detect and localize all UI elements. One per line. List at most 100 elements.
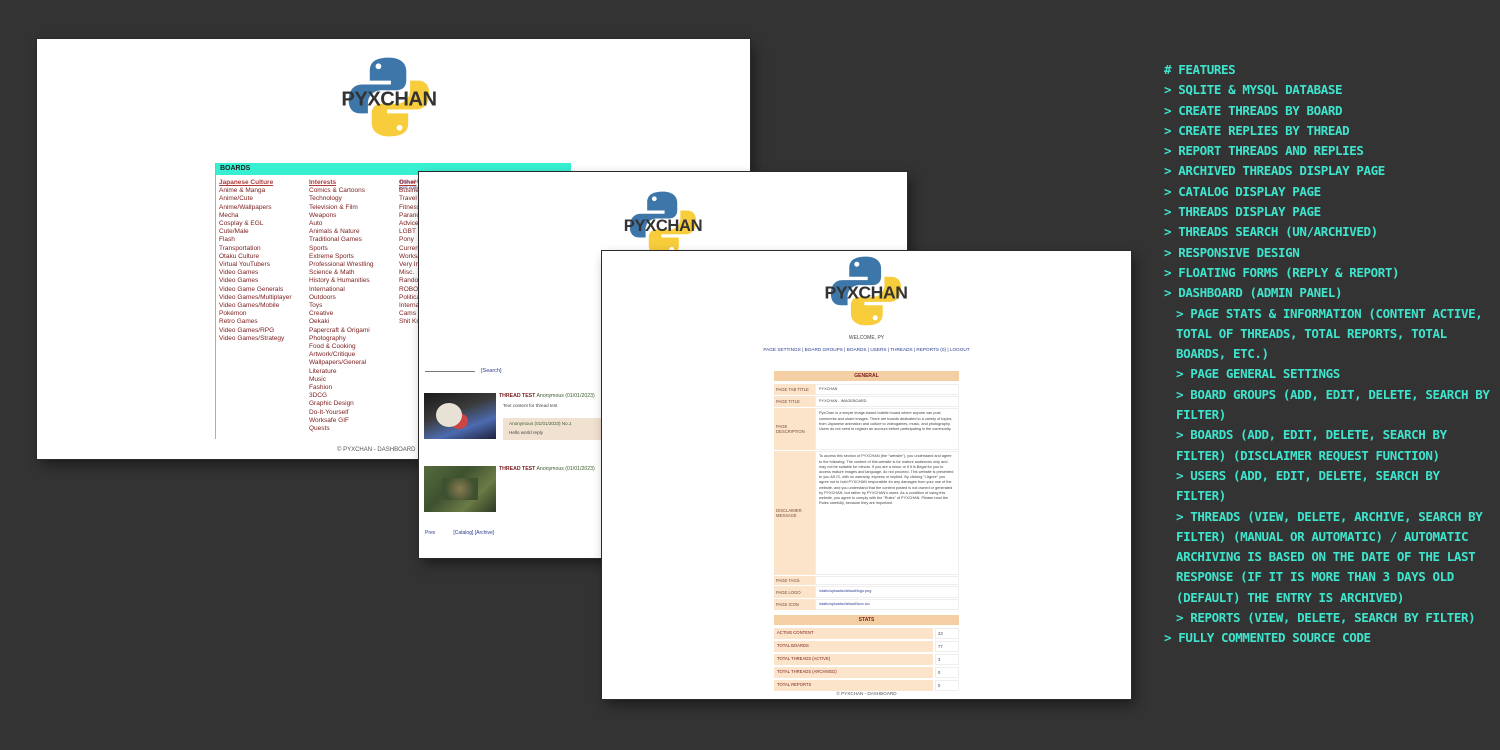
settings-label: DISCLAIMER MESSAGE [774, 451, 815, 576]
footer: © PYXCHAN - DASHBOARD [836, 691, 897, 696]
stats-value: 23 [935, 628, 959, 639]
board-link[interactable]: Video Games/Mobile [219, 302, 309, 310]
search-input[interactable] [425, 371, 475, 372]
stats-panel: STATS ACTIVE CONTENT 23 TOTAL BOARDS 77 TOTA… [774, 615, 959, 693]
pagination[interactable]: Prev [Catalog] [Archive] [425, 530, 494, 536]
feature-item: > CREATE REPLIES BY THREAD [1164, 122, 1350, 138]
pyxchan-logo[interactable]: PYXCHAN [341, 55, 437, 139]
feature-item: > FLOATING FORMS (REPLY & REPORT) [1164, 264, 1400, 280]
board-link[interactable]: Cute/Male [219, 228, 309, 236]
settings-value[interactable]: To access this section of PYXCHAN (the "… [815, 451, 959, 576]
board-link[interactable]: 3DCG [309, 392, 399, 400]
board-link[interactable]: Traditional Games [309, 236, 399, 244]
board-link[interactable]: Do-It-Yourself [309, 409, 399, 417]
board-link[interactable]: Anime/Cute [219, 195, 309, 203]
board-link[interactable]: Video Games/RPG [219, 327, 309, 335]
board-link[interactable]: Toys [309, 302, 399, 310]
board-link[interactable]: Video Games/Strategy [219, 335, 309, 343]
stats-header: STATS [774, 615, 959, 625]
settings-value[interactable] [815, 576, 959, 586]
board-link[interactable]: Extreme Sports [309, 253, 399, 261]
board-link[interactable]: Anime & Manga [219, 187, 309, 195]
stats-label: ACTIVE CONTENT [774, 628, 933, 639]
reply-body: Hello world reply [509, 430, 543, 435]
board-link[interactable]: Comics & Cartoons [309, 187, 399, 195]
search-bar[interactable]: [Search] [425, 368, 501, 374]
stats-row: TOTAL THREADS (ARCHIVED) 0 [774, 667, 959, 678]
feature-item: > THREADS DISPLAY PAGE [1164, 204, 1321, 220]
board-link[interactable]: Science & Math [309, 269, 399, 277]
prev-link[interactable]: Prev [425, 530, 435, 536]
settings-value[interactable]: PYXCHAN [815, 384, 959, 396]
board-link[interactable]: Sports [309, 245, 399, 253]
board-link[interactable]: Television & Film [309, 204, 399, 212]
dashboard-nav[interactable]: PAGE SETTINGS | BOARD GROUPS | BOARDS | … [602, 347, 1131, 352]
board-link[interactable]: Retro Games [219, 318, 309, 326]
thread-title[interactable]: THREAD TEST Anonymous (01/01/2023) [499, 393, 595, 399]
board-link[interactable]: Anime/Wallpapers [219, 204, 309, 212]
general-header: GENERAL [774, 371, 959, 381]
stats-label: TOTAL REPORTS [774, 680, 933, 691]
board-link[interactable]: Pokémon [219, 310, 309, 318]
settings-value[interactable]: /static/uploads/default/logo.png [815, 586, 959, 598]
python-logo-icon: PYXCHAN [341, 57, 437, 137]
board-link[interactable]: Worksafe GIF [309, 417, 399, 425]
board-link[interactable]: Video Games [219, 269, 309, 277]
board-link[interactable]: Weapons [309, 212, 399, 220]
board-link[interactable]: Graphic Design [309, 400, 399, 408]
feature-item: > REPORT THREADS AND REPLIES [1164, 143, 1364, 159]
board-link[interactable]: Artwork/Critique [309, 351, 399, 359]
pyxchan-logo[interactable]: PYXCHAN [623, 190, 703, 258]
search-button[interactable]: [Search] [481, 368, 501, 374]
board-link[interactable]: Animals & Nature [309, 228, 399, 236]
board-link[interactable]: Auto [309, 220, 399, 228]
board-link[interactable]: Papercraft & Origami [309, 327, 399, 335]
feature-item: > CATALOG DISPLAY PAGE [1164, 183, 1321, 199]
board-link[interactable]: Video Game Generals [219, 286, 309, 294]
board-link[interactable]: Oekaki [309, 318, 399, 326]
board-link[interactable]: Mecha [219, 212, 309, 220]
stats-label: TOTAL THREADS (ACTIVE) [774, 654, 933, 665]
settings-value[interactable]: PyxChan is a simple image-based bulletin… [815, 408, 959, 451]
catalog-archive-links[interactable]: [Catalog] [Archive] [453, 530, 494, 536]
board-link[interactable]: International [309, 286, 399, 294]
welcome-text: WELCOME, PY [848, 335, 885, 341]
feature-item: > BOARD GROUPS (ADD, EDIT, DELETE, SEARC… [1176, 386, 1490, 423]
board-link[interactable]: Creative [309, 310, 399, 318]
board-link[interactable]: Professional Wrestling [309, 261, 399, 269]
board-link[interactable]: Technology [309, 195, 399, 203]
thread-body: Text content for thread test [503, 403, 558, 408]
board-link[interactable]: Outdoors [309, 294, 399, 302]
board-link[interactable]: History & Humanities [309, 277, 399, 285]
board-link[interactable]: Quests [309, 425, 399, 433]
settings-value[interactable]: /static/uploads/default/icon.ico [815, 598, 959, 610]
pyxchan-logo[interactable]: PYXCHAN [822, 255, 910, 327]
thread-title[interactable]: THREAD TEST Anonymous (01/01/2023) [499, 466, 595, 472]
board-group-heading[interactable]: Interests [309, 179, 399, 187]
feature-item: > USERS (ADD, EDIT, DELETE, SEARCH BY FI… [1176, 467, 1440, 504]
thread-thumbnail[interactable] [424, 393, 496, 439]
board-group-heading[interactable]: Japanese Culture [219, 179, 309, 187]
stats-value: 77 [935, 641, 959, 652]
board-link[interactable]: Otaku Culture [219, 253, 309, 261]
python-logo-icon: PYXCHAN [624, 191, 703, 257]
stats-value: 0 [935, 667, 959, 678]
feature-item: > DASHBOARD (ADMIN PANEL) [1164, 285, 1343, 301]
board-link[interactable]: Video Games [219, 277, 309, 285]
board-link[interactable]: Literature [309, 368, 399, 376]
board-link[interactable]: Virtual YouTubers [219, 261, 309, 269]
board-link[interactable]: Flash [219, 236, 309, 244]
thread-thumbnail[interactable] [424, 466, 496, 512]
settings-value[interactable]: PYXCHAN - IMAGEBOARD [815, 396, 959, 408]
settings-label: PAGE TAGS [774, 576, 815, 586]
board-link[interactable]: Music [309, 376, 399, 384]
board-link[interactable]: Photography [309, 335, 399, 343]
board-link[interactable]: Fashion [309, 384, 399, 392]
board-link[interactable]: Wallpapers/General [309, 359, 399, 367]
board-link[interactable]: Transportation [219, 245, 309, 253]
features-list: # FEATURES > SQLITE & MYSQL DATABASE > CR… [1164, 60, 1496, 649]
board-link[interactable]: Video Games/Multiplayer [219, 294, 309, 302]
board-link[interactable]: Cosplay & EGL [219, 220, 309, 228]
board-link[interactable]: Food & Cooking [309, 343, 399, 351]
settings-row: DISCLAIMER MESSAGE To access this section… [774, 451, 959, 576]
